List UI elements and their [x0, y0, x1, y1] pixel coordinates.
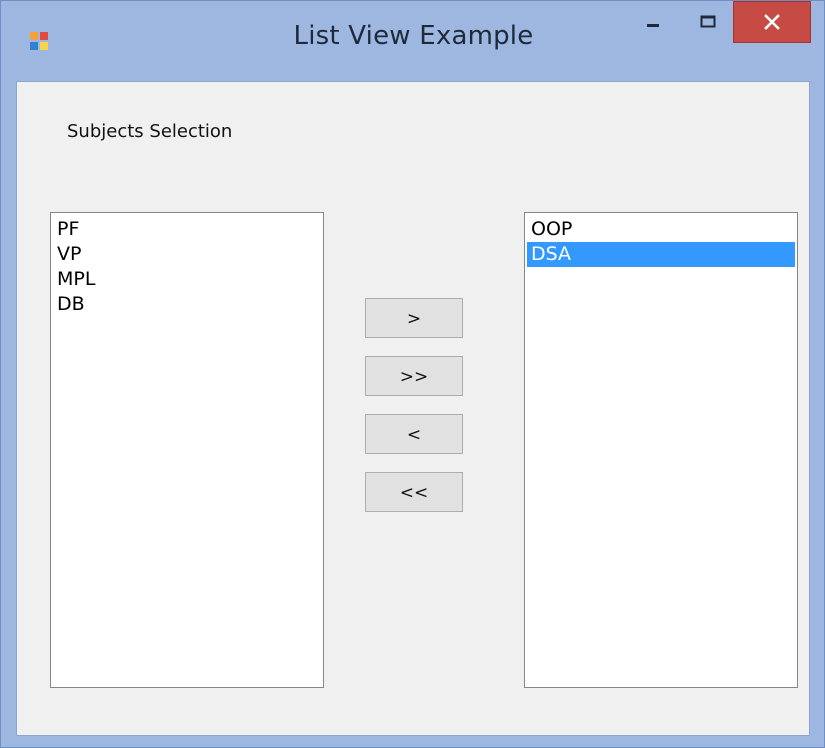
subjects-selection-label: Subjects Selection	[67, 121, 233, 142]
selected-subjects-items: OOP DSA	[525, 213, 797, 267]
available-subjects-items: PF VP MPL DB	[51, 213, 323, 317]
title-bar[interactable]: List View Example	[1, 1, 824, 81]
move-selected-right-button[interactable]: >	[365, 298, 463, 338]
list-item[interactable]: VP	[53, 242, 321, 267]
close-button[interactable]	[733, 1, 811, 43]
maximize-icon	[700, 15, 716, 28]
minimize-button[interactable]	[623, 1, 683, 43]
list-item[interactable]: PF	[53, 217, 321, 242]
move-selected-left-button[interactable]: <	[365, 414, 463, 454]
selected-subjects-listbox[interactable]: OOP DSA	[524, 212, 798, 688]
minimize-icon	[647, 24, 659, 27]
form-client-area: Subjects Selection PF VP MPL DB > >> < << O…	[16, 81, 810, 736]
main-window: List View Example Subjects Selection PF V…	[0, 0, 825, 748]
maximize-button[interactable]	[683, 1, 733, 43]
list-item[interactable]: DSA	[527, 242, 795, 267]
move-all-left-button[interactable]: <<	[365, 472, 463, 512]
move-all-right-button[interactable]: >>	[365, 356, 463, 396]
list-item[interactable]: OOP	[527, 217, 795, 242]
list-item[interactable]: DB	[53, 292, 321, 317]
close-icon	[764, 14, 780, 30]
available-subjects-listbox[interactable]: PF VP MPL DB	[50, 212, 324, 688]
list-item[interactable]: MPL	[53, 267, 321, 292]
